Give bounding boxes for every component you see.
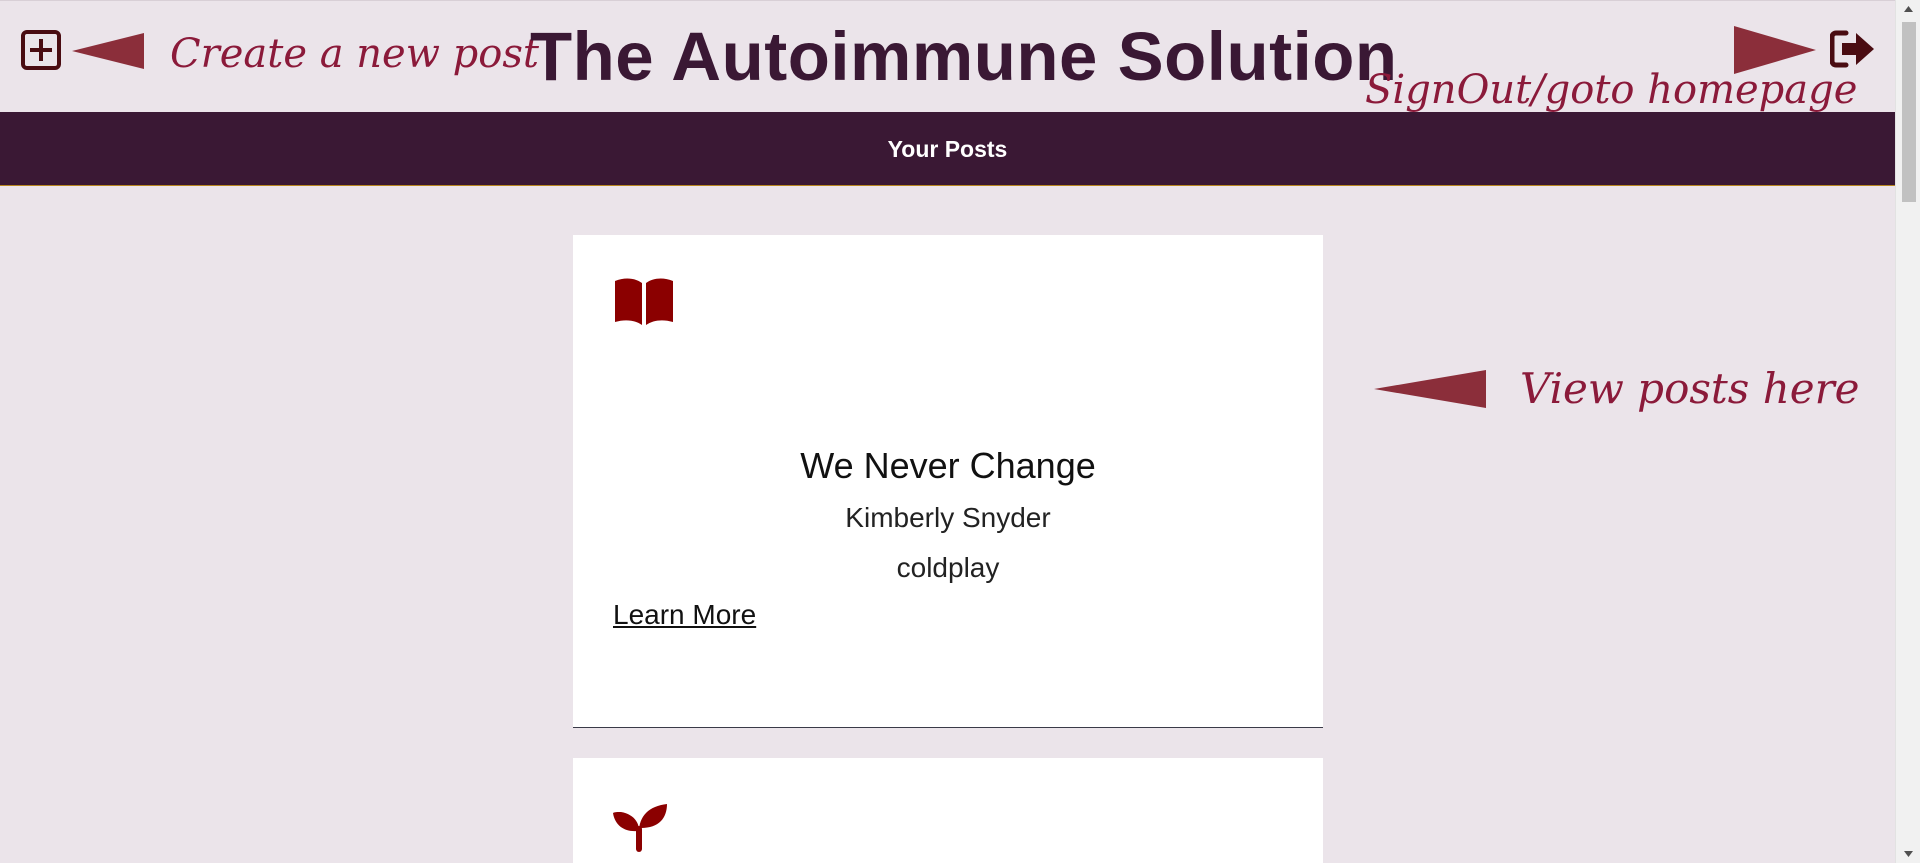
learn-more-link[interactable]: Learn More [613,599,756,631]
header: Create a new post The Autoimmune Solutio… [0,0,1895,113]
post-author: Kimberly Snyder [845,502,1051,533]
sign-out-button[interactable] [1829,29,1876,69]
arrow-right-decoration [1734,26,1816,74]
annotation-view-posts: View posts here [1520,364,1860,413]
scroll-up-icon[interactable] [1896,0,1920,18]
nav-your-posts[interactable]: Your Posts [0,112,1895,186]
sign-out-icon [1829,30,1874,68]
site-title: The Autoimmune Solution [530,18,1398,95]
post-card [573,758,1323,863]
navbar: Your Posts [0,112,1895,186]
new-post-button[interactable] [20,29,62,71]
post-card: We Never Change Kimberly Snyder coldplay… [573,235,1323,728]
vertical-scrollbar[interactable] [1895,0,1920,863]
post-tag: coldplay [896,552,1000,583]
scrollbar-thumb[interactable] [1902,22,1916,202]
seedling-icon [613,804,667,852]
book-open-icon [615,278,673,325]
arrow-left-decoration [1374,370,1486,408]
post-title: We Never Change [800,445,1096,486]
page: Create a new post The Autoimmune Solutio… [0,0,1920,863]
plus-square-icon [21,30,61,70]
scroll-down-icon[interactable] [1896,845,1920,863]
arrow-left-decoration [72,33,144,69]
annotation-create-post: Create a new post [170,31,539,77]
